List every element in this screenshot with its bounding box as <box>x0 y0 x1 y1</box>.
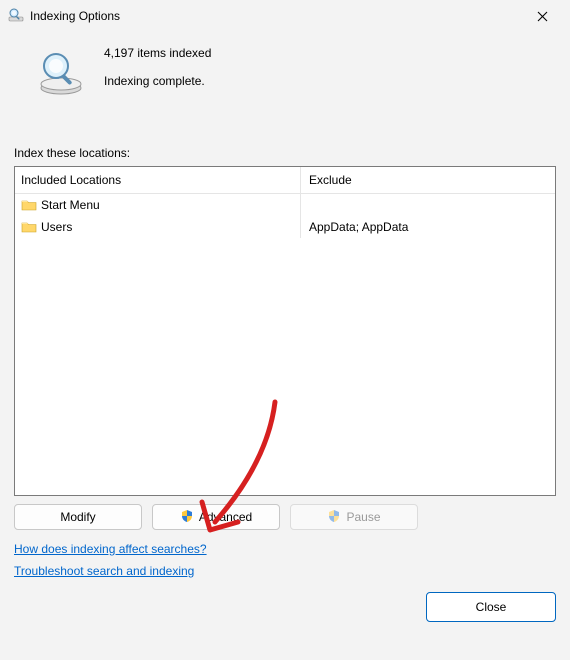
window-close-button[interactable] <box>522 2 562 30</box>
folder-icon <box>21 198 37 212</box>
column-header-exclude[interactable]: Exclude <box>301 167 555 194</box>
uac-shield-icon <box>327 509 341 526</box>
locations-listview[interactable]: Included Locations Exclude Start Menu <box>14 166 556 496</box>
pause-button: Pause <box>290 504 418 530</box>
status-row: 4,197 items indexed Indexing complete. <box>14 42 556 98</box>
included-location-name: Start Menu <box>41 198 100 212</box>
included-location-name: Users <box>41 220 72 234</box>
window-title: Indexing Options <box>30 9 120 23</box>
advanced-button[interactable]: Advanced <box>152 504 280 530</box>
indexing-state-text: Indexing complete. <box>104 74 211 88</box>
footer: Close <box>14 592 556 622</box>
uac-shield-icon <box>180 509 194 526</box>
magnifier-drive-icon-large <box>36 48 86 98</box>
folder-icon <box>21 220 37 234</box>
list-item[interactable]: Start Menu <box>15 194 555 216</box>
help-link-troubleshoot[interactable]: Troubleshoot search and indexing <box>14 564 194 578</box>
indexing-options-window: Indexing Options 4,197 items inde <box>0 0 570 660</box>
indexed-count-text: 4,197 items indexed <box>104 46 211 60</box>
column-header-included[interactable]: Included Locations <box>15 167 301 194</box>
button-row: Modify Advanced <box>14 504 556 530</box>
exclude-value: AppData; AppData <box>309 220 408 234</box>
help-links: How does indexing affect searches? Troub… <box>14 542 556 578</box>
magnifier-drive-icon <box>8 7 24 26</box>
titlebar: Indexing Options <box>0 0 570 32</box>
close-button[interactable]: Close <box>426 592 556 622</box>
list-item[interactable]: Users AppData; AppData <box>15 216 555 238</box>
locations-label: Index these locations: <box>14 146 556 160</box>
modify-button[interactable]: Modify <box>14 504 142 530</box>
close-icon <box>537 11 548 22</box>
help-link-how-indexing-affects[interactable]: How does indexing affect searches? <box>14 542 207 556</box>
listview-header: Included Locations Exclude <box>15 167 555 194</box>
content-area: 4,197 items indexed Indexing complete. I… <box>0 32 570 660</box>
